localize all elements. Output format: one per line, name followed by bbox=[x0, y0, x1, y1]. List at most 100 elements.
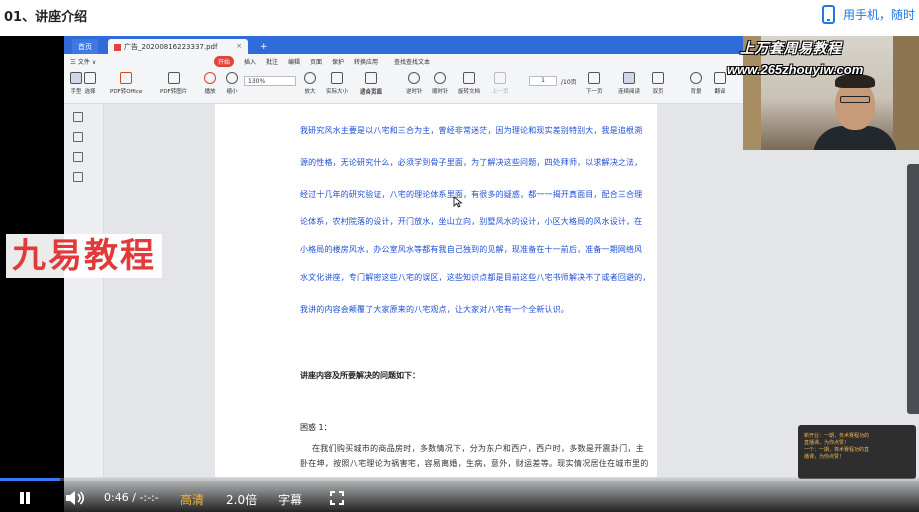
ribbon-prev-page: 上一页 bbox=[492, 72, 509, 95]
section-heading: 讲座内容及所要解决的问题如下： bbox=[300, 371, 420, 380]
pause-icon-bar bbox=[26, 492, 30, 504]
paragraph-line: 我研究风水主要是以八宅和三合为主，曾经非常迷茫，因为理论和现实差别特别大，我是追… bbox=[300, 126, 643, 135]
fullscreen-icon-corner bbox=[339, 491, 344, 496]
ribbon-select-label: 选择 bbox=[84, 89, 96, 95]
tab-document-label: 广告_20200816223337.pdf bbox=[124, 43, 218, 51]
notification-line: 直播课，为你点赞！ bbox=[804, 440, 850, 446]
ribbon-rotate-right-label: 顺时针 bbox=[432, 89, 449, 95]
paragraph-line: 经过十几年的研究验证，八宅的理论体系里面，有很多的疑惑，都一一揭开真面目，配合三… bbox=[300, 190, 643, 199]
lesson-title: 01、讲座介绍 bbox=[4, 10, 88, 25]
ribbon-hand-label: 手型 bbox=[70, 89, 82, 95]
page-number-input: 1 bbox=[529, 76, 557, 86]
search-icon bbox=[73, 172, 83, 182]
hand-icon bbox=[70, 72, 82, 84]
ribbon-pdf-office-label: PDF转Office bbox=[110, 89, 143, 95]
document-canvas: 我研究风水主要是以八宅和三合为主，曾经非常迷茫，因为理论和现实差别特别大，我是追… bbox=[104, 104, 919, 504]
serif-line: 在我们购买城市的商品房时，多数情况下，分为东户和西户，西户时，多数是开震卦门，主 bbox=[312, 444, 644, 453]
convert-icon bbox=[120, 72, 133, 84]
image-icon bbox=[167, 72, 180, 84]
notification-popup[interactable]: 新开业：一期，务术赛程功的 直播课，为你点赞！ 一个：一期，将术赛程功的直 播课… bbox=[798, 425, 916, 479]
menu-insert: 插入 bbox=[244, 59, 257, 66]
continuous-icon bbox=[623, 72, 635, 84]
ribbon-rotate-right: 顺时针 bbox=[432, 72, 449, 95]
mobile-link-label: 用手机，随时 bbox=[843, 8, 916, 22]
paragraph-line: 论体系，农村院落的设计，开门放水，坐山立向，别墅风水的设计，小区大格局的风水设计… bbox=[300, 217, 643, 226]
ribbon-play: 播放 bbox=[204, 72, 216, 95]
translate-icon bbox=[714, 72, 726, 84]
tab-document: 广告_20200816223337.pdf × bbox=[108, 39, 248, 54]
ribbon-fit-page-label: 适合页面 bbox=[360, 90, 383, 96]
phone-icon bbox=[822, 5, 835, 24]
url-watermark: www.265zhouyiw.com bbox=[727, 62, 864, 77]
ribbon-zoom-in-label: 放大 bbox=[304, 89, 316, 95]
background-icon bbox=[690, 72, 702, 84]
annotation-icon bbox=[73, 152, 83, 162]
close-icon: × bbox=[236, 42, 242, 50]
menu-comment: 批注 bbox=[266, 59, 279, 66]
tab-home: 首页 bbox=[72, 39, 98, 54]
fullscreen-icon-corner bbox=[339, 500, 344, 505]
ribbon-double-label: 双页 bbox=[652, 89, 664, 95]
rotate-left-icon bbox=[408, 72, 421, 84]
menu-page: 页面 bbox=[310, 59, 323, 66]
ribbon-pdf-image: PDF转图片 bbox=[160, 72, 187, 95]
pause-button[interactable] bbox=[18, 491, 32, 505]
double-page-icon bbox=[652, 72, 664, 84]
pdf-page: 我研究风水主要是以八宅和三合为主，曾经非常迷茫，因为理论和现实差别特别大，我是追… bbox=[215, 104, 657, 504]
fit-width-icon bbox=[365, 72, 377, 84]
ribbon-select: 选择 bbox=[84, 72, 96, 95]
volume-button[interactable] bbox=[64, 490, 86, 506]
subheading: 困惑 1： bbox=[300, 423, 332, 432]
ribbon-zoom-out-label: 缩小 bbox=[226, 89, 238, 95]
ribbon-fit-page: 适合页面 bbox=[360, 88, 382, 96]
ribbon-rotate-doc: 旋转文档 bbox=[458, 72, 480, 95]
ribbon-zoom-out: 缩小 bbox=[226, 72, 238, 95]
notification-line: 播课，为你点赞！ bbox=[804, 454, 845, 460]
ribbon-hand: 手型 bbox=[70, 72, 82, 95]
presenter-glasses bbox=[840, 96, 870, 103]
paragraph-line: 小格局的楼房风水，办公室风水等都有我自己独到的见解，现准备在十一前后，准备一期网… bbox=[300, 245, 643, 254]
zoom-in-icon bbox=[304, 72, 316, 84]
mobile-watch-link[interactable]: 用手机，随时 bbox=[822, 5, 915, 24]
bookshelf bbox=[893, 36, 919, 150]
ribbon-double: 双页 bbox=[652, 72, 664, 95]
play-icon bbox=[204, 72, 216, 84]
pdf-icon bbox=[114, 43, 121, 51]
actual-size-icon bbox=[331, 72, 343, 84]
mouse-cursor-icon bbox=[453, 196, 463, 208]
quality-button[interactable]: 高清 bbox=[180, 491, 204, 508]
paragraph-line: 我讲的内容会颠覆了大家原来的八宅观点，让大家对八宅有一个全新认识。 bbox=[300, 305, 569, 314]
ribbon-zoom-in: 放大 bbox=[304, 72, 316, 95]
ribbon-next-page-label: 下一页 bbox=[586, 89, 603, 95]
course-watermark: 上万套周易教程 bbox=[740, 41, 842, 57]
ribbon-pdf-office: PDF转Office bbox=[110, 72, 142, 95]
ribbon-play-label: 播放 bbox=[204, 89, 216, 95]
ribbon-prev-page-label: 上一页 bbox=[492, 89, 509, 95]
time-display: 0:46 / -:-:- bbox=[104, 491, 159, 504]
ribbon-pdf-image-label: PDF转图片 bbox=[160, 89, 188, 95]
menu-file: 三 文件 ∨ bbox=[70, 59, 97, 66]
subtitles-button[interactable]: 字幕 bbox=[278, 491, 302, 508]
speed-button[interactable]: 2.0倍 bbox=[226, 491, 257, 508]
pause-icon bbox=[20, 492, 24, 504]
wps-sidebar bbox=[64, 104, 104, 504]
side-panel-handle[interactable] bbox=[907, 164, 919, 414]
fullscreen-icon-corner bbox=[330, 500, 335, 505]
thumbnail-icon bbox=[73, 112, 83, 122]
progress-bar[interactable] bbox=[0, 478, 919, 481]
arrow-left-icon bbox=[494, 72, 507, 84]
video-player[interactable]: 首页 广告_20200816223337.pdf × + 三 文件 ∨ 开始 插… bbox=[0, 36, 919, 512]
ribbon-next-page: 下一页 bbox=[586, 72, 603, 95]
fullscreen-button[interactable] bbox=[330, 491, 344, 505]
ribbon-rotate-doc-label: 旋转文档 bbox=[458, 89, 481, 95]
ribbon-background-label: 背景 bbox=[690, 89, 702, 95]
paragraph-line: 源的性格，无论研究什么，必须学到骨子里面，为了解决这些问题，四处拜师，以求解决之… bbox=[300, 158, 643, 167]
ribbon-actual-size: 实际大小 bbox=[326, 72, 348, 95]
menu-start: 开始 bbox=[214, 56, 235, 67]
menu-convert: 转换应用 bbox=[354, 59, 379, 66]
ribbon-background: 背景 bbox=[690, 72, 702, 95]
serif-line: 卧在坤，按照八宅理论为祸害宅，容易离婚，生病，意外，财运差等。现实情况居住在城市… bbox=[300, 459, 649, 468]
menu-search: 查找查找文本 bbox=[394, 59, 431, 66]
ribbon-actual-size-label: 实际大小 bbox=[326, 89, 349, 95]
zoom-select: 130% bbox=[244, 76, 296, 86]
